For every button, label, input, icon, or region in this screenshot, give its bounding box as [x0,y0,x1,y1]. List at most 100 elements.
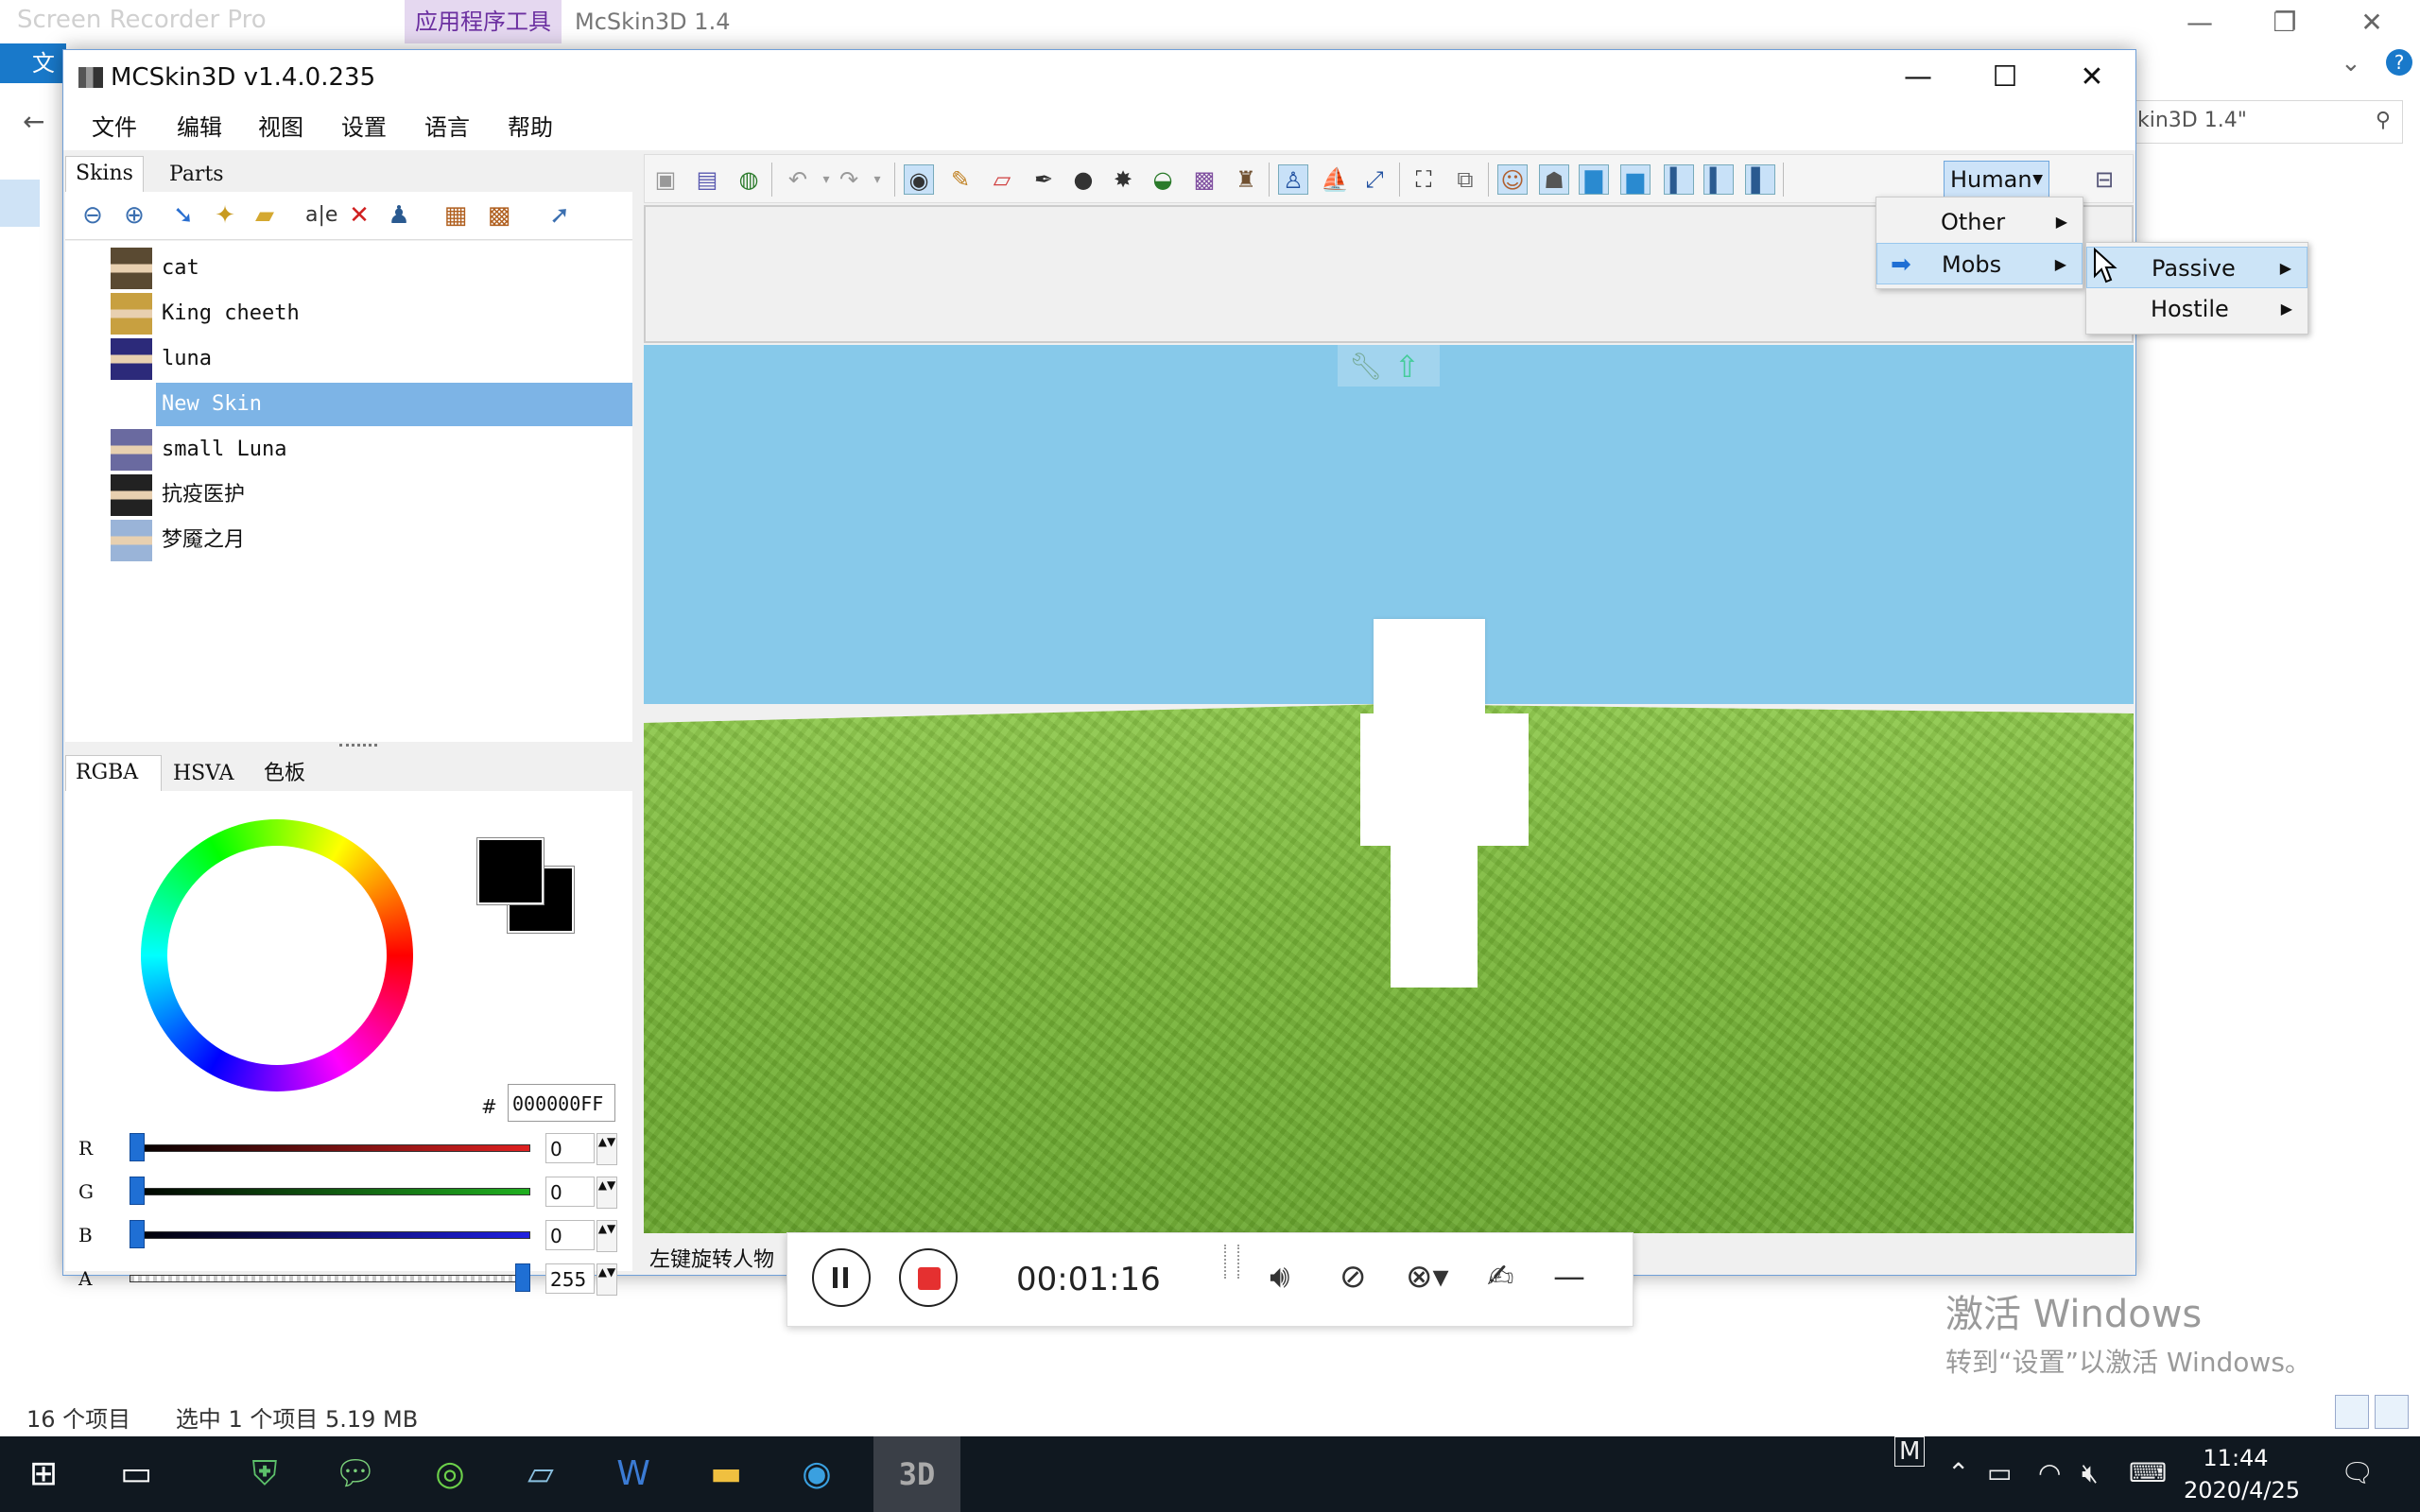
menu-item-hostile[interactable]: Hostile ▶ [2086,288,2308,330]
explorer-file-tab[interactable]: 文件 [0,43,66,116]
help-icon[interactable]: ? [2386,49,2412,76]
maximize-button[interactable]: ☐ [1962,50,2048,105]
skin-list-item[interactable]: New Skin [111,383,640,426]
wechat-icon[interactable]: 💬︎ [327,1446,384,1503]
new-skin-icon[interactable]: ✦ [211,201,239,230]
import-icon[interactable]: ➘ [169,201,198,230]
security-shield-icon[interactable]: ⛨ [236,1446,293,1503]
primary-color-swatch[interactable] [476,837,544,905]
close-button[interactable]: ✕ [2048,50,2135,105]
new-folder-icon[interactable]: ▰ [251,201,279,230]
annotate-pen-icon[interactable]: ✍ [1487,1258,1514,1296]
explorer-restore-button[interactable]: ❐ [2263,4,2307,42]
mic-muted-icon[interactable]: ⊘ [1340,1258,1367,1296]
tiles-view-icon[interactable] [2375,1395,2409,1429]
right-arm-icon[interactable]: ▍ [1703,164,1734,195]
notification-icon[interactable]: 🗨︎ [2341,1457,2375,1488]
menu-view[interactable]: 视图 [258,105,303,150]
chevron-up-icon[interactable]: ⌃ [1947,1457,1969,1488]
up-arrow-icon[interactable]: ⇧ [1394,349,1420,385]
menu-file[interactable]: 文件 [92,105,137,150]
minimize-recorder-icon[interactable]: — [1553,1258,1585,1296]
explorer-search-box[interactable]: kin3D 1.4" ⚲ [2127,100,2403,144]
menu-edit[interactable]: 编辑 [177,105,222,150]
menu-item-mobs[interactable]: ➡ Mobs ▶ [1876,243,2083,284]
task-view-icon[interactable]: ▭ [108,1446,164,1503]
spinner-arrows-icon[interactable]: ▲▼ [596,1220,617,1252]
model-dropdown[interactable]: Human ▼ [1944,161,2049,198]
keyboard-icon[interactable]: ⌨ [2129,1457,2167,1488]
explorer-ribbon-tab[interactable]: 应用程序工具 [405,0,562,43]
slider-value-input[interactable]: 0 [545,1220,595,1250]
texture-view-icon[interactable]: ⤢ [1359,164,1390,195]
battery-icon[interactable]: ▭ [1987,1457,2012,1488]
drag-handle[interactable] [1224,1245,1239,1279]
burn-icon[interactable]: ✸ [1108,164,1138,195]
panel-splitter[interactable] [65,742,632,753]
helmet-part-icon[interactable]: ☗ [1539,164,1569,195]
spinner-arrows-icon[interactable]: ▲▼ [596,1133,617,1165]
3d-viewport[interactable]: 🔧︎ ⇧ [644,345,2134,1233]
slider-value-input[interactable]: 0 [545,1133,595,1163]
hex-input[interactable]: 000000FF [508,1084,615,1122]
pencil-icon[interactable]: ✎ [945,164,976,195]
slider-track[interactable] [130,1231,530,1239]
skin-list-item[interactable]: King cheeth [111,292,640,335]
wrench-icon[interactable]: 🔧︎ [1349,351,1383,382]
delete-icon[interactable]: ✕ [345,201,373,230]
word-icon[interactable]: W [605,1446,662,1503]
person-view-icon[interactable]: ♙ [1278,164,1308,195]
skin-list-item[interactable]: luna [111,337,640,381]
menu-help[interactable]: 帮助 [508,105,553,150]
stop-button[interactable] [899,1248,958,1307]
slider-thumb[interactable] [130,1220,145,1248]
browser-icon[interactable]: ◎ [422,1446,478,1503]
noise-icon[interactable]: ▩ [1189,164,1219,195]
undo-icon[interactable]: ↶ [783,164,813,195]
save-all-icon[interactable]: ▤ [692,164,722,195]
camera-eye-icon[interactable]: ◉ [904,164,934,195]
fit-screen-icon[interactable]: ⛶ [1409,164,1439,195]
menu-item-other[interactable]: Other ▶ [1876,201,2083,243]
upload-icon[interactable]: ➚ [545,201,574,230]
save-icon[interactable]: ▣ [650,164,681,195]
clone-skin-icon[interactable]: ♟ [385,201,413,230]
slider-thumb[interactable] [130,1177,145,1205]
back-arrow-icon[interactable]: ← [23,106,44,137]
notepad-icon[interactable]: ▱ [512,1446,569,1503]
windows-start-icon[interactable]: ⊞ [15,1446,72,1503]
pause-button[interactable] [812,1248,871,1307]
perspective-icon[interactable]: ⛵ [1320,164,1350,195]
menu-settings[interactable]: 设置 [341,105,387,150]
recorder-app-icon[interactable]: ◉ [788,1446,845,1503]
search-icon[interactable]: ⚲ [2376,109,2391,132]
zoom-out-icon[interactable]: ⊖ [78,201,107,230]
skin-list-item[interactable]: 抗疫医护 [111,473,640,517]
slider-track[interactable] [130,1275,530,1282]
grid-icon[interactable]: ▦ [441,201,470,230]
file-explorer-icon[interactable]: ▬ [698,1446,754,1503]
minimize-button[interactable]: — [1875,50,1962,105]
rename-icon[interactable]: a|e [305,201,337,230]
globe-icon[interactable]: ◍ [734,164,764,195]
slider-value-input[interactable]: 255 [545,1263,595,1294]
menu-language[interactable]: 语言 [424,105,470,150]
taskbar-clock[interactable]: 11:44 2020/4/25 [2184,1442,2300,1506]
spinner-arrows-icon[interactable]: ▲▼ [596,1177,617,1209]
skin-list-item[interactable]: 梦魇之月 [111,519,640,562]
explorer-close-button[interactable]: ✕ [2350,4,2394,42]
body-part-icon[interactable]: ▇ [1579,164,1609,195]
window-layout-icon[interactable]: ⊟ [2095,166,2114,193]
redo-dropdown-icon[interactable]: ▾ [862,164,892,195]
eraser-icon[interactable]: ▱ [987,164,1017,195]
ime-indicator[interactable]: M [1894,1436,1926,1467]
slider-value-input[interactable]: 0 [545,1177,595,1207]
legs-part-icon[interactable]: ▌ [1745,164,1775,195]
head-part-icon[interactable]: ☺ [1497,164,1528,195]
tab-rgba[interactable]: RGBA [65,755,162,791]
mcskin3d-taskbar-app[interactable]: 3D [873,1436,960,1512]
screenshot-icon[interactable]: ⧉ [1450,164,1480,195]
tab-parts[interactable]: Parts [160,158,233,192]
wifi-icon[interactable]: ◠ [2038,1457,2061,1488]
dodge-icon[interactable]: ● [1068,164,1098,195]
